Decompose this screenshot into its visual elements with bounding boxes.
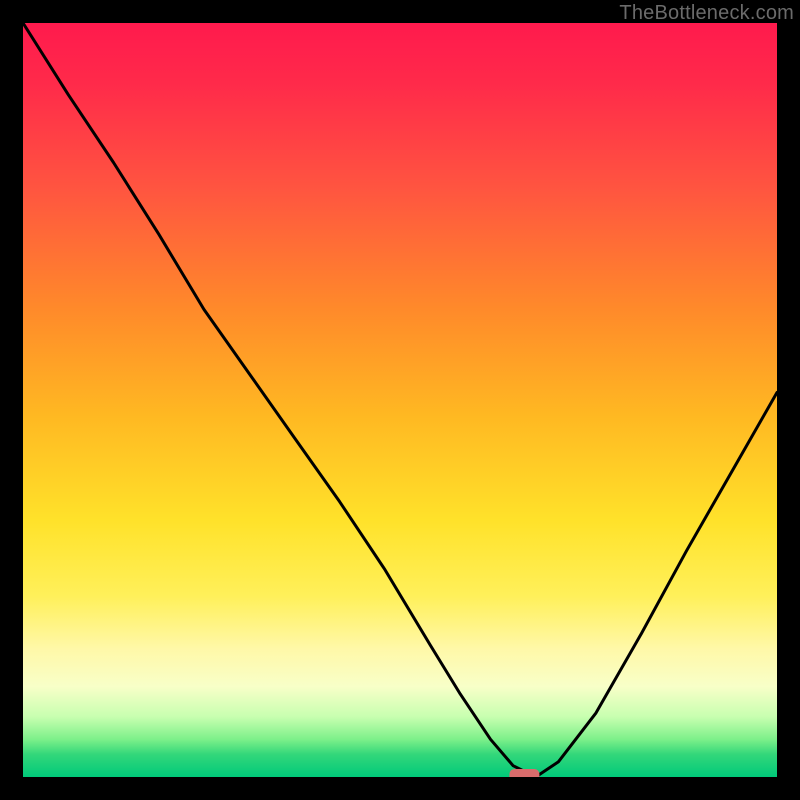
plot-area [23,23,777,777]
curve-layer [23,23,777,777]
watermark-text: TheBottleneck.com [619,2,794,25]
bottleneck-chart: TheBottleneck.com [0,0,800,800]
minimum-marker [509,769,539,777]
bottleneck-curve-path [23,23,777,777]
